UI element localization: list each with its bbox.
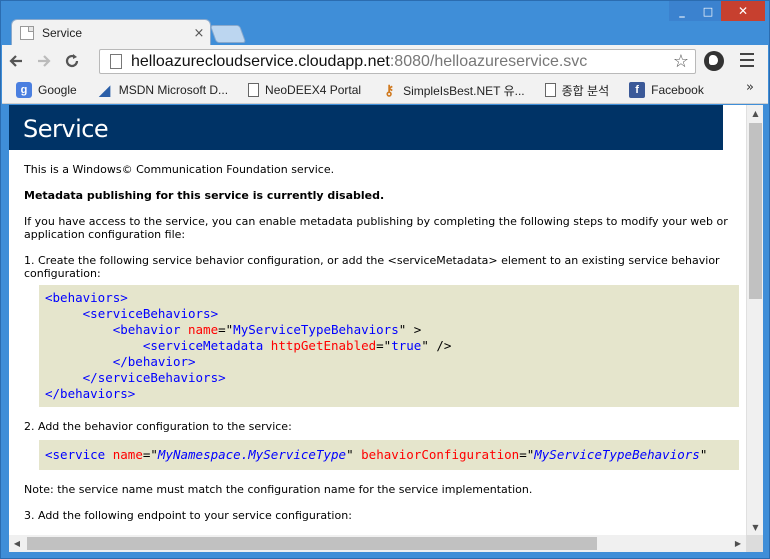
note-text: Note: the service name must match the co… [24, 483, 533, 496]
back-button[interactable] [2, 47, 30, 75]
vertical-scrollbar[interactable]: ▲ ▼ [746, 105, 763, 535]
intro-text: This is a Windows© Communication Foundat… [24, 163, 335, 176]
metadata-disabled-text: Metadata publishing for this service is … [24, 189, 385, 202]
forward-arrow-icon [38, 55, 51, 67]
scroll-down-icon[interactable]: ▼ [747, 519, 764, 535]
page-icon [20, 26, 34, 40]
bookmark-simpleisbest[interactable]: ⚷ SimpleIsBest.NET 유... [381, 82, 525, 99]
bookmark-google[interactable]: g Google [16, 82, 77, 98]
reload-button[interactable] [58, 47, 86, 75]
bookmark-analysis[interactable]: 종합 분석 [544, 82, 609, 99]
browser-window: Service × _ □ ✕ helloazurecloudservice.c… [0, 0, 770, 559]
google-icon: g [16, 82, 32, 98]
new-tab-button[interactable] [209, 25, 247, 43]
tab-title: Service [42, 26, 83, 40]
menu-icon[interactable] [740, 53, 754, 67]
horizontal-scrollbar[interactable]: ◀ ▶ [9, 535, 746, 552]
scroll-left-icon[interactable]: ◀ [9, 535, 25, 552]
page-icon [248, 83, 260, 97]
scrollbar-corner [746, 535, 763, 552]
window-controls: _ □ ✕ [669, 1, 765, 21]
back-arrow-icon [9, 55, 22, 67]
step1-text: 1. Create the following service behavior… [24, 254, 720, 280]
tab-strip: Service × _ □ ✕ [1, 1, 770, 46]
tab-service[interactable]: Service × [11, 19, 211, 46]
close-window-button[interactable]: ✕ [721, 1, 765, 21]
scroll-right-icon[interactable]: ▶ [730, 535, 746, 552]
page-icon [110, 54, 122, 69]
bookmark-facebook[interactable]: f Facebook [629, 82, 704, 98]
address-bar[interactable]: helloazurecloudservice.cloudapp.net:8080… [99, 49, 696, 74]
forward-button[interactable] [30, 47, 58, 75]
vertical-scroll-thumb[interactable] [749, 123, 762, 299]
close-tab-icon[interactable]: × [188, 26, 210, 41]
bookmark-msdn[interactable]: ◢ MSDN Microsoft D... [97, 82, 228, 98]
toolbar: helloazurecloudservice.cloudapp.net:8080… [2, 45, 768, 77]
more-bookmarks-icon[interactable]: » [746, 80, 754, 95]
access-note-text: If you have access to the service, you c… [24, 215, 728, 241]
behaviors-code-block: <behaviors> <serviceBehaviors> <behavior… [39, 285, 739, 407]
bookmarks-bar: g Google ◢ MSDN Microsoft D... NeoDEEX4 … [2, 77, 768, 104]
msdn-icon: ◢ [99, 81, 111, 98]
key-icon: ⚷ [383, 81, 395, 98]
step3-text: 3. Add the following endpoint to your se… [24, 509, 352, 522]
facebook-icon: f [629, 82, 646, 98]
service-code-block: <service name="MyNamespace.MyServiceType… [39, 440, 739, 470]
scroll-up-icon[interactable]: ▲ [747, 105, 764, 121]
page-body: This is a Windows© Communication Foundat… [24, 163, 742, 535]
step2-text: 2. Add the behavior configuration to the… [24, 420, 292, 433]
minimize-button[interactable]: _ [669, 1, 695, 21]
reload-icon [65, 54, 79, 68]
page-content: Service This is a Windows© Communication… [9, 105, 746, 535]
url-text: helloazurecloudservice.cloudapp.net:8080… [131, 52, 588, 70]
bookmark-neodeex4[interactable]: NeoDEEX4 Portal [248, 83, 361, 97]
page-icon [544, 83, 556, 97]
maximize-button[interactable]: □ [695, 1, 721, 21]
bookmark-star-icon[interactable]: ☆ [673, 51, 689, 72]
globe-icon[interactable] [704, 51, 724, 71]
page-header: Service [9, 105, 723, 150]
horizontal-scroll-thumb[interactable] [27, 537, 597, 550]
page-title: Service [23, 115, 109, 143]
